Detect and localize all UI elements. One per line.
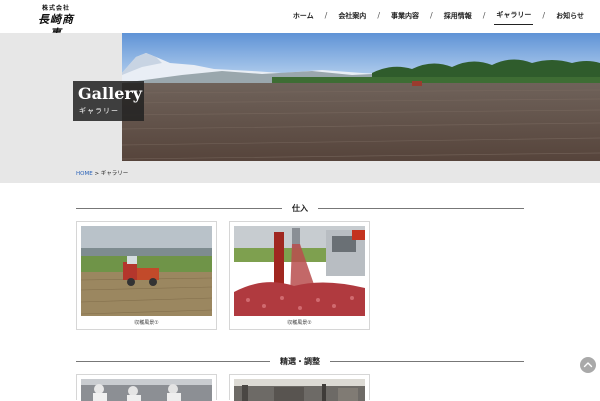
heading-rule <box>318 207 524 209</box>
section-title: 仕入 <box>292 203 308 213</box>
heading-rule <box>330 360 524 362</box>
site-header: 株式会社 長崎商事 ホーム / 会社案内 / 事業内容 / 採用情報 / ギャラ… <box>0 0 600 40</box>
nav-recruit[interactable]: 採用情報 <box>442 11 474 25</box>
heading-rule <box>76 360 270 362</box>
nav-gallery[interactable]: ギャラリー <box>494 10 534 25</box>
nav-company[interactable]: 会社案内 <box>336 11 368 25</box>
gallery-card-harvest-2[interactable]: 収穫風景② <box>229 221 370 330</box>
nav-home[interactable]: ホーム <box>291 11 316 25</box>
heading-rule <box>76 207 282 209</box>
gallery-card-harvest-1[interactable]: 収穫風景① <box>76 221 217 330</box>
nav-business[interactable]: 事業内容 <box>389 11 421 25</box>
chevron-up-icon <box>583 362 593 368</box>
nav-separator: / <box>324 11 328 20</box>
breadcrumb: HOME > ギャラリー <box>76 169 128 177</box>
breadcrumb-separator: > <box>94 171 100 177</box>
logo-subtitle: 株式会社 <box>41 5 70 12</box>
hero-band: Gallery ギャラリー HOME > ギャラリー <box>0 33 600 183</box>
card-caption: 収穫風景② <box>287 320 312 326</box>
nav-separator: / <box>482 11 486 20</box>
page-title: Gallery <box>78 84 143 103</box>
page-subtitle: ギャラリー <box>79 107 119 115</box>
page-title-box: Gallery ギャラリー <box>73 81 144 121</box>
harvest-photo-1 <box>81 226 212 316</box>
section-heading-shiire: 仕入 <box>76 202 524 214</box>
nav-separator: / <box>430 11 433 20</box>
section-heading-seisen: 精選・調整 <box>76 355 524 367</box>
main-nav: ホーム / 会社案内 / 事業内容 / 採用情報 / ギャラリー / お知らせ <box>291 10 586 25</box>
hero-field-photo <box>122 33 600 161</box>
harvest-photo-2 <box>234 226 365 316</box>
nav-separator: / <box>377 11 381 20</box>
sorting-photo-1 <box>81 379 212 401</box>
company-logo[interactable]: 株式会社 長崎商事 <box>33 5 79 40</box>
breadcrumb-home-link[interactable]: HOME <box>76 171 93 177</box>
gallery-card-sorting-1[interactable] <box>76 374 217 401</box>
breadcrumb-current: ギャラリー <box>100 171 129 177</box>
nav-separator: / <box>542 11 546 20</box>
nav-news[interactable]: お知らせ <box>554 11 586 25</box>
card-caption: 収穫風景① <box>134 320 159 326</box>
gallery-card-sorting-2[interactable] <box>229 374 370 401</box>
sorting-photo-2 <box>234 379 365 401</box>
scroll-top-button[interactable] <box>580 357 596 373</box>
section-title: 精選・調整 <box>280 356 320 366</box>
